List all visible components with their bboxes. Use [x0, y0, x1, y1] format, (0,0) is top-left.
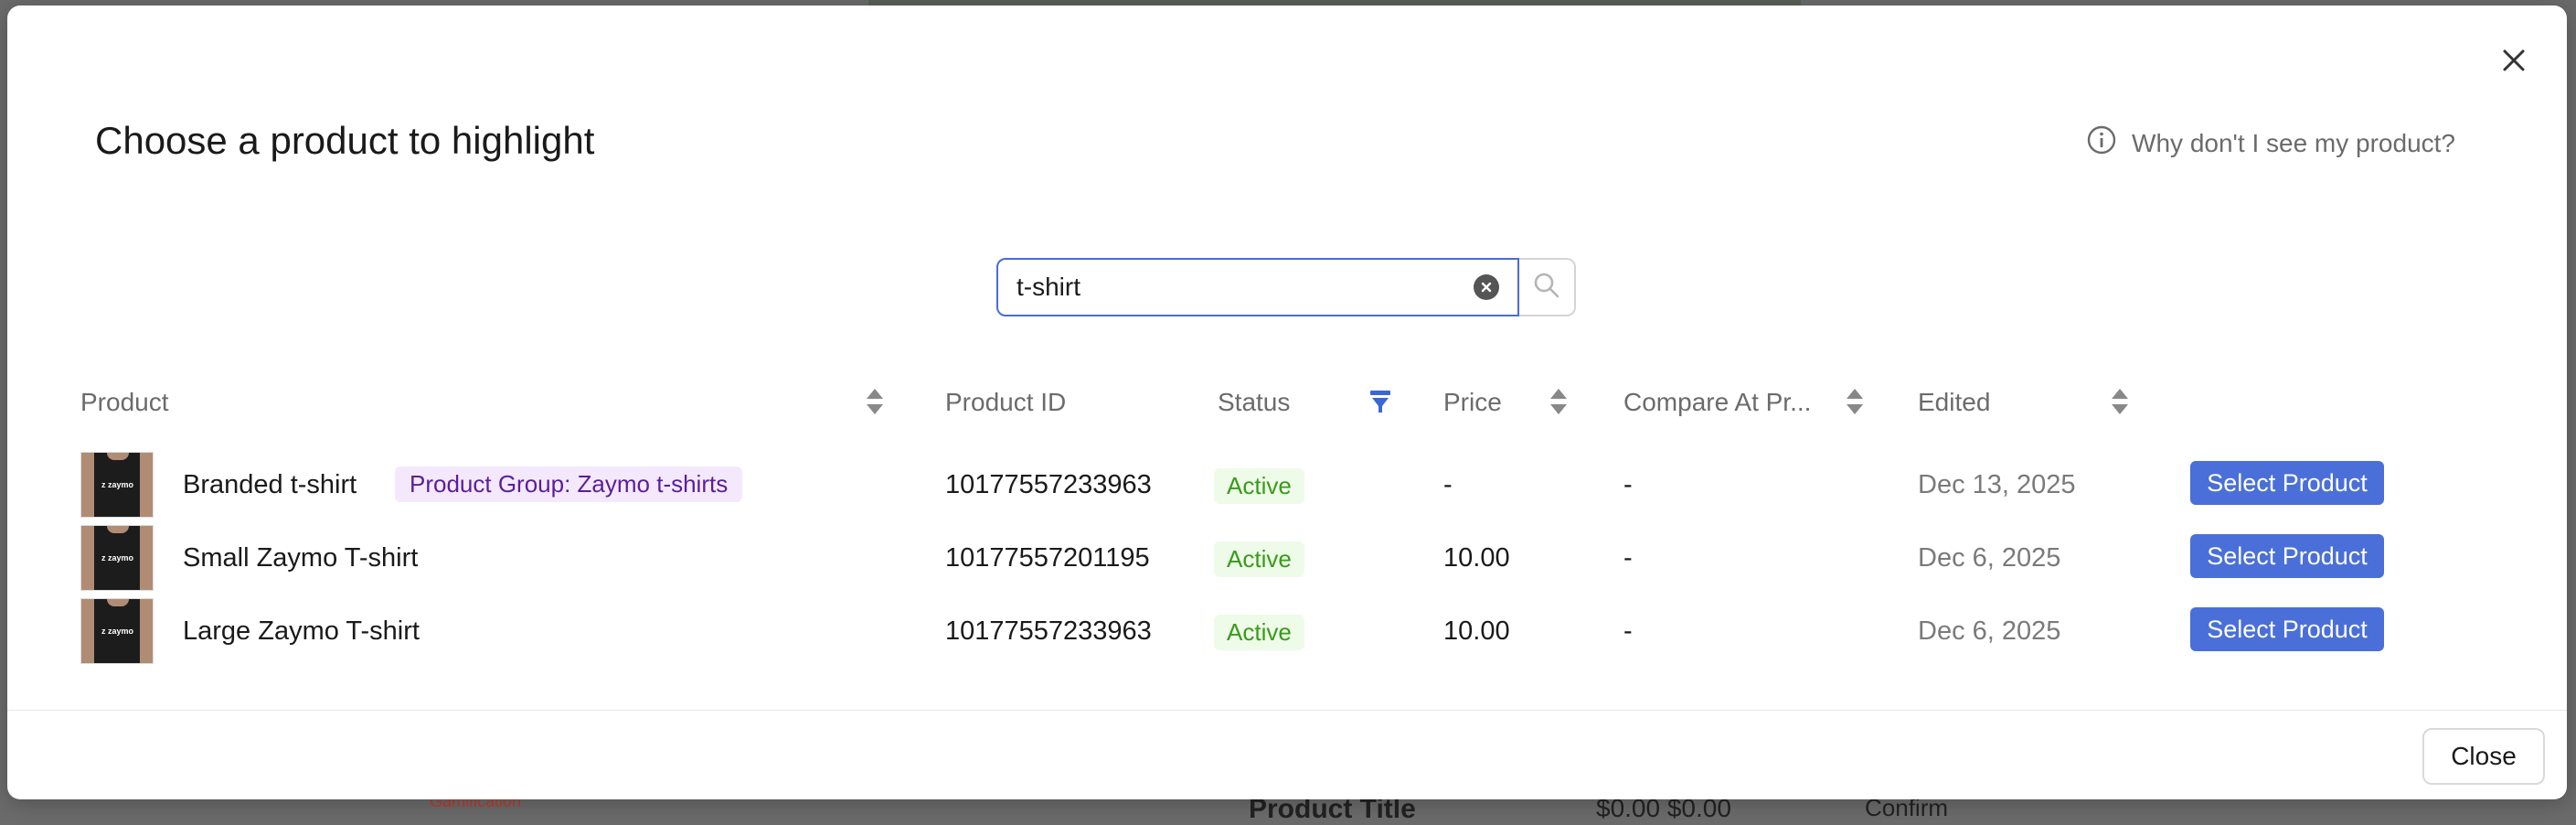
header-product-id[interactable]: Product ID — [945, 388, 1066, 417]
thumbnail-logo-text: z zaymo — [101, 553, 134, 562]
product-compare-at-price: - — [1623, 616, 1633, 646]
status-badge: Active — [1214, 468, 1304, 504]
product-name: Large Zaymo T-shirt — [183, 616, 420, 646]
search-input-value: t-shirt — [1017, 273, 1080, 301]
header-price[interactable]: Price — [1443, 388, 1502, 417]
filter-icon[interactable] — [1369, 390, 1391, 418]
thumbnail-logo-text: z zaymo — [101, 627, 134, 636]
footer-divider — [7, 710, 2567, 711]
status-badge: Active — [1214, 615, 1304, 650]
product-id: 10177557233963 — [945, 616, 1152, 646]
product-price: 10.00 — [1443, 543, 1510, 573]
header-product[interactable]: Product — [80, 388, 169, 417]
header-compare-at-price[interactable]: Compare At Pr... — [1623, 388, 1811, 417]
close-icon[interactable] — [2496, 42, 2532, 79]
product-price: - — [1443, 470, 1453, 499]
product-thumbnail: z zaymo — [80, 525, 154, 591]
select-product-button[interactable]: Select Product — [2190, 534, 2384, 578]
product-edited-date: Dec 6, 2025 — [1918, 616, 2061, 646]
modal-title: Choose a product to highlight — [95, 119, 595, 162]
search-bar: t-shirt — [996, 258, 1576, 316]
product-edited-date: Dec 13, 2025 — [1918, 470, 2076, 499]
sort-icon[interactable] — [1845, 386, 1865, 422]
product-id: 10177557201195 — [945, 543, 1150, 573]
select-product-button[interactable]: Select Product — [2190, 607, 2384, 651]
product-name: Branded t-shirt — [183, 470, 357, 499]
help-link[interactable]: Why don't I see my product? — [2086, 124, 2455, 162]
clear-icon[interactable] — [1474, 274, 1499, 300]
header-status[interactable]: Status — [1218, 388, 1290, 417]
product-thumbnail: z zaymo — [80, 452, 154, 518]
product-compare-at-price: - — [1623, 470, 1633, 499]
sort-icon[interactable] — [2110, 386, 2130, 422]
status-badge: Active — [1214, 541, 1304, 577]
product-group-badge: Product Group: Zaymo t-shirts — [395, 466, 743, 502]
search-icon — [1532, 271, 1561, 305]
product-edited-date: Dec 6, 2025 — [1918, 543, 2061, 573]
help-link-label: Why don't I see my product? — [2132, 128, 2455, 157]
sort-icon[interactable] — [1549, 386, 1569, 422]
search-button[interactable] — [1519, 258, 1576, 316]
thumbnail-logo-text: z zaymo — [101, 480, 134, 489]
product-id: 10177557233963 — [945, 470, 1152, 499]
product-name: Small Zaymo T-shirt — [183, 543, 419, 573]
sort-icon[interactable] — [865, 386, 885, 422]
product-picker-modal: Choose a product to highlight Why don't … — [7, 5, 2567, 799]
product-thumbnail: z zaymo — [80, 598, 154, 664]
header-edited[interactable]: Edited — [1918, 388, 1990, 417]
info-icon — [2086, 124, 2117, 162]
select-product-button[interactable]: Select Product — [2190, 461, 2384, 505]
close-button[interactable]: Close — [2422, 728, 2545, 785]
search-input[interactable]: t-shirt — [996, 258, 1519, 316]
product-price: 10.00 — [1443, 616, 1510, 646]
product-compare-at-price: - — [1623, 543, 1633, 573]
